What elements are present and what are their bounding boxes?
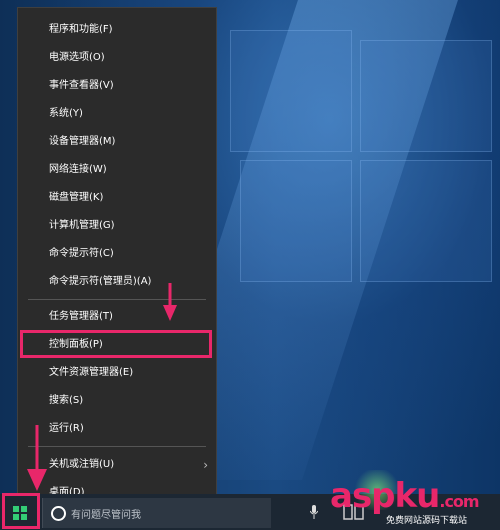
menu-item-file-explorer[interactable]: 文件资源管理器(E)	[18, 359, 216, 387]
menu-item-device-manager[interactable]: 设备管理器(M)	[18, 128, 216, 156]
menu-separator	[28, 446, 206, 447]
wallpaper-pane	[240, 160, 352, 282]
menu-item-shutdown-label: 关机或注销(U)	[49, 459, 115, 470]
menu-item-event-viewer[interactable]: 事件查看器(V)	[18, 72, 216, 100]
menu-item-power-options[interactable]: 电源选项(O)	[18, 44, 216, 72]
menu-item-programs-features[interactable]: 程序和功能(F)	[18, 16, 216, 44]
taskbar-search-box[interactable]: 有问题尽管问我	[42, 498, 271, 528]
search-placeholder: 有问题尽管问我	[71, 510, 141, 521]
menu-item-command-prompt-admin[interactable]: 命令提示符(管理员)(A)	[18, 268, 216, 296]
menu-item-network-connections[interactable]: 网络连接(W)	[18, 156, 216, 184]
wallpaper-pane	[360, 40, 492, 152]
menu-item-disk-management[interactable]: 磁盘管理(K)	[18, 184, 216, 212]
watermark-logo: aspku.com	[330, 476, 480, 516]
control-panel-highlight-box	[20, 330, 212, 358]
chevron-right-icon: ›	[203, 458, 208, 472]
microphone-icon[interactable]	[310, 505, 318, 519]
wallpaper-pane	[360, 160, 492, 282]
start-button-highlight-box	[2, 493, 40, 529]
menu-item-system[interactable]: 系统(Y)	[18, 100, 216, 128]
menu-item-command-prompt[interactable]: 命令提示符(C)	[18, 240, 216, 268]
watermark-logo-com: .com	[439, 492, 479, 511]
arrow-down-icon	[163, 283, 177, 321]
menu-item-task-manager[interactable]: 任务管理器(T)	[18, 303, 216, 331]
menu-item-search[interactable]: 搜索(S)	[18, 387, 216, 415]
watermark-logo-asp: asp	[330, 476, 396, 516]
wallpaper-pane	[230, 30, 352, 152]
menu-item-computer-management[interactable]: 计算机管理(G)	[18, 212, 216, 240]
watermark-logo-ku: ku	[394, 476, 441, 516]
watermark-subtext: 免费网站源码下载站	[386, 516, 468, 526]
arrow-down-icon	[27, 425, 47, 491]
cortana-circle-icon	[51, 506, 66, 521]
